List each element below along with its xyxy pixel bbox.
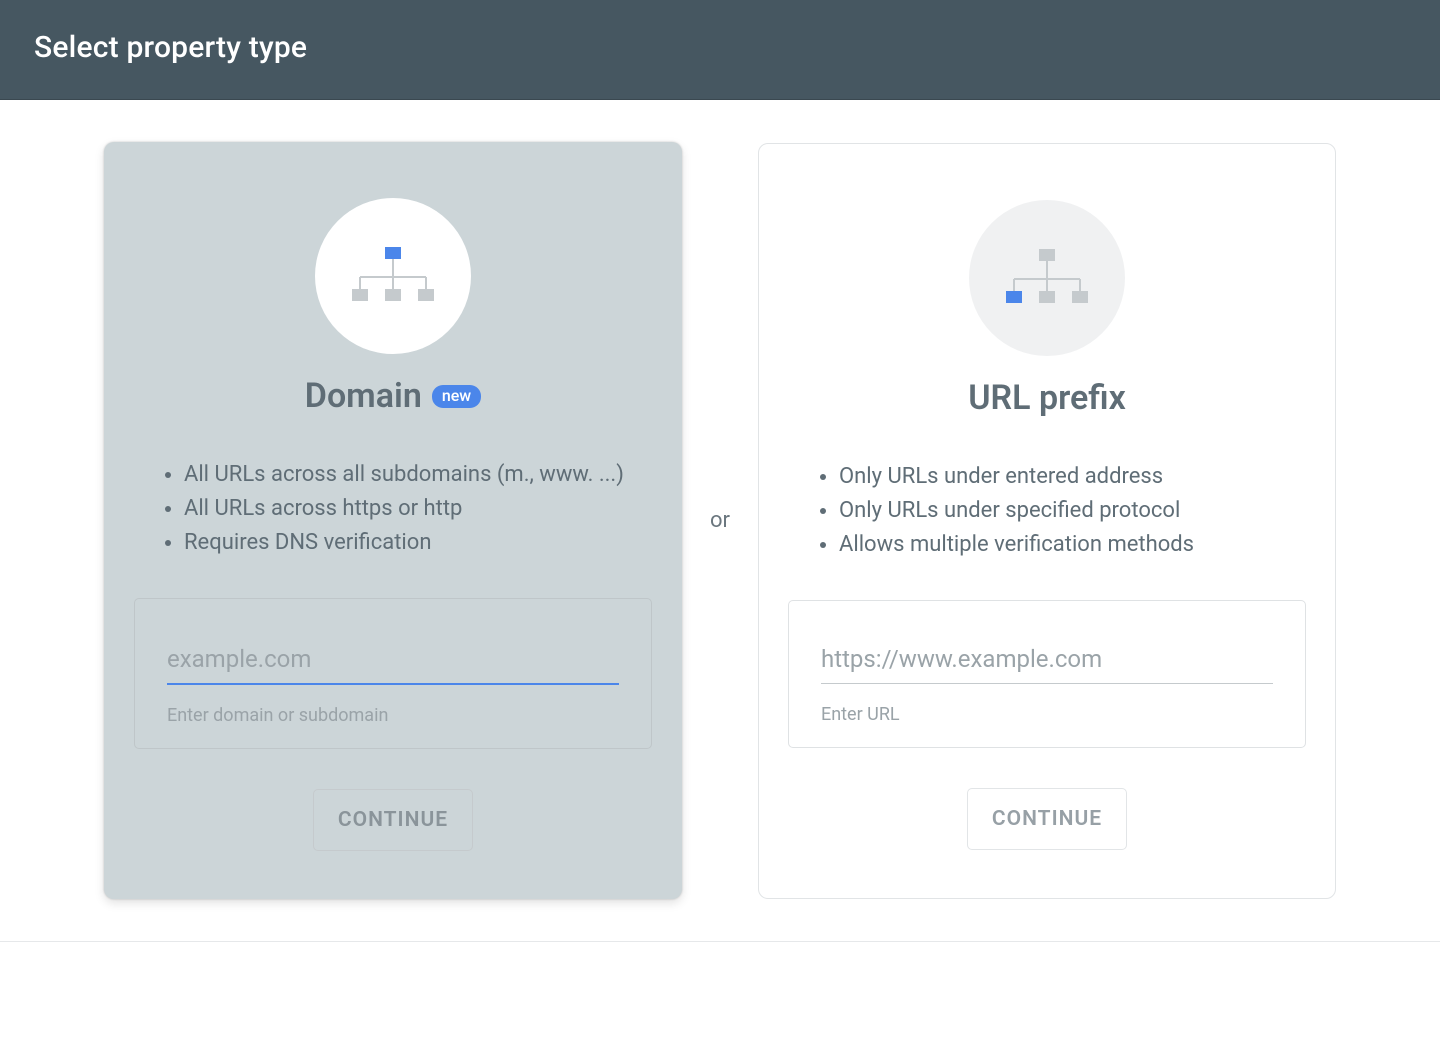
sitemap-icon bbox=[352, 247, 434, 305]
sitemap-icon bbox=[1006, 249, 1088, 307]
domain-feature-list: All URLs across all subdomains (m., www.… bbox=[132, 458, 654, 560]
domain-card-title: Domain bbox=[305, 376, 422, 416]
domain-input[interactable] bbox=[167, 639, 619, 685]
url-prefix-property-card[interactable]: URL prefix Only URLs under entered addre… bbox=[758, 143, 1336, 899]
url-title-row: URL prefix bbox=[968, 378, 1126, 418]
url-input-container: Enter URL bbox=[788, 600, 1306, 748]
list-item: All URLs across https or http bbox=[184, 492, 634, 526]
page-title: Select property type bbox=[34, 30, 1406, 65]
or-separator: or bbox=[710, 508, 730, 533]
divider bbox=[0, 941, 1440, 942]
domain-title-row: Domain new bbox=[305, 376, 481, 416]
list-item: Requires DNS verification bbox=[184, 526, 634, 560]
url-input-helper: Enter URL bbox=[821, 704, 1273, 725]
domain-input-container: Enter domain or subdomain bbox=[134, 598, 652, 749]
domain-input-helper: Enter domain or subdomain bbox=[167, 705, 619, 726]
content-area: Domain new All URLs across all subdomain… bbox=[0, 100, 1440, 941]
list-item: Only URLs under entered address bbox=[839, 460, 1287, 494]
new-badge: new bbox=[432, 385, 481, 408]
url-input[interactable] bbox=[821, 639, 1273, 684]
domain-continue-button[interactable]: CONTINUE bbox=[313, 789, 473, 851]
list-item: Allows multiple verification methods bbox=[839, 528, 1287, 562]
list-item: All URLs across all subdomains (m., www.… bbox=[184, 458, 634, 492]
domain-icon-circle bbox=[315, 198, 471, 354]
url-card-title: URL prefix bbox=[968, 378, 1126, 418]
url-feature-list: Only URLs under entered address Only URL… bbox=[787, 460, 1307, 562]
url-continue-button[interactable]: CONTINUE bbox=[967, 788, 1127, 850]
list-item: Only URLs under specified protocol bbox=[839, 494, 1287, 528]
url-icon-circle bbox=[969, 200, 1125, 356]
dialog-header: Select property type bbox=[0, 0, 1440, 100]
domain-property-card[interactable]: Domain new All URLs across all subdomain… bbox=[104, 142, 682, 899]
